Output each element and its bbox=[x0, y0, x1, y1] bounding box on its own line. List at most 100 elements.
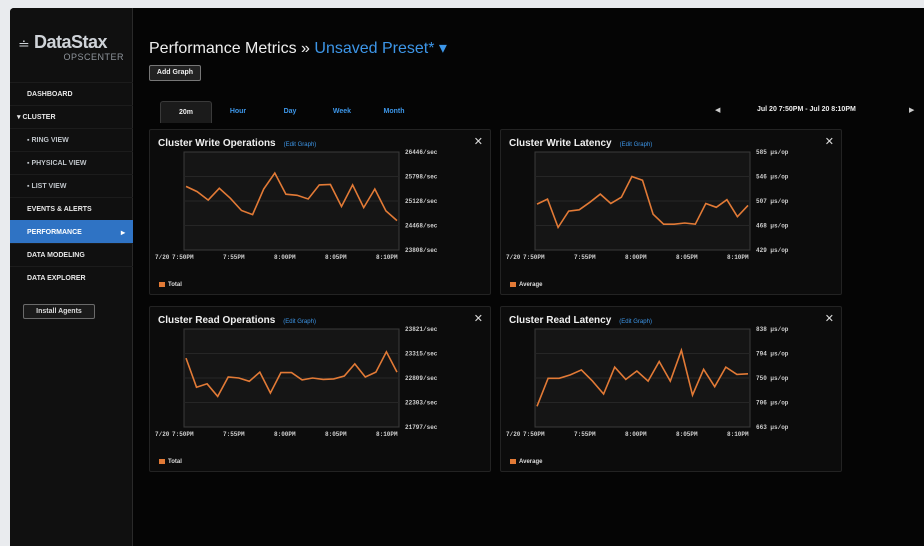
logo-brand: DataStax bbox=[34, 32, 108, 52]
y-tick-label: 838 µs/op bbox=[756, 326, 789, 333]
graph-panel: Cluster Read Latency (Edit Graph) ✕ 838 µs/… bbox=[500, 306, 842, 472]
legend[interactable]: Average bbox=[510, 282, 542, 288]
y-tick-label: 429 µs/op bbox=[756, 247, 789, 254]
tab-week[interactable]: Week bbox=[316, 101, 368, 123]
x-date-label: 7/20 bbox=[155, 254, 170, 261]
tab-hour[interactable]: Hour bbox=[212, 101, 264, 123]
x-tick-label: 7:55PM bbox=[223, 254, 245, 261]
legend-swatch bbox=[159, 459, 165, 464]
x-tick-label: 8:00PM bbox=[625, 431, 647, 438]
x-date-label: 7/20 bbox=[506, 254, 521, 261]
datastax-logo[interactable]: ≐ DataStax OPSCENTER bbox=[18, 32, 126, 72]
y-tick-label: 663 µs/op bbox=[756, 424, 789, 431]
tab-month[interactable]: Month bbox=[368, 101, 420, 123]
x-tick-label: 7:55PM bbox=[574, 431, 596, 438]
sidebar-item-physical-view[interactable]: ▪ PHYSICAL VIEW bbox=[10, 151, 133, 174]
sidebar-item-cluster[interactable]: ▾ CLUSTER bbox=[10, 105, 133, 128]
x-tick-label: 7:50PM bbox=[172, 254, 194, 261]
preset-dropdown[interactable]: Unsaved Preset* ▾ bbox=[314, 40, 447, 57]
main-content: Performance Metrics » Unsaved Preset* ▾ … bbox=[133, 8, 924, 546]
tab-20m[interactable]: 20m bbox=[160, 101, 212, 123]
opscenter-window: ≐ DataStax OPSCENTER DASHBOARD ▾ CLUSTER ▪… bbox=[10, 8, 924, 546]
y-tick-label: 22809/sec bbox=[405, 375, 438, 382]
x-date-label: 7/20 bbox=[506, 431, 521, 438]
x-tick-label: 7:50PM bbox=[172, 431, 194, 438]
sidebar-item-label: EVENTS & ALERTS bbox=[27, 206, 92, 213]
sidebar-item-label: DATA EXPLORER bbox=[27, 275, 86, 282]
chevron-down-icon: ▾ bbox=[438, 40, 447, 57]
x-tick-label: 8:00PM bbox=[625, 254, 647, 261]
x-tick-label: 7:55PM bbox=[574, 254, 596, 261]
sidebar-item-dashboard[interactable]: DASHBOARD bbox=[10, 82, 133, 105]
install-agents-button[interactable]: Install Agents bbox=[23, 304, 95, 319]
time-range-tabs: 20m Hour Day Week Month bbox=[160, 101, 420, 123]
y-tick-label: 468 µs/op bbox=[756, 223, 789, 230]
sidebar-item-performance[interactable]: PERFORMANCE ▸ bbox=[10, 220, 133, 243]
x-tick-label: 8:00PM bbox=[274, 431, 296, 438]
y-tick-label: 750 µs/op bbox=[756, 375, 789, 382]
legend-swatch bbox=[510, 282, 516, 287]
add-graph-button[interactable]: Add Graph bbox=[149, 65, 201, 81]
y-tick-label: 23821/sec bbox=[405, 326, 438, 333]
legend-label: Total bbox=[168, 459, 182, 466]
x-tick-label: 8:05PM bbox=[676, 254, 698, 261]
y-tick-label: 546 µs/op bbox=[756, 174, 789, 181]
y-tick-label: 585 µs/op bbox=[756, 149, 789, 156]
x-tick-label: 8:05PM bbox=[325, 254, 347, 261]
legend[interactable]: Total bbox=[159, 282, 182, 288]
close-icon[interactable]: ✕ bbox=[474, 135, 483, 148]
x-tick-label: 7:50PM bbox=[523, 431, 545, 438]
y-tick-label: 25798/sec bbox=[405, 174, 438, 181]
sidebar-nav: DASHBOARD ▾ CLUSTER ▪ RING VIEW ▪ PHYSICAL … bbox=[10, 82, 133, 289]
x-tick-label: 8:05PM bbox=[325, 431, 347, 438]
graph-panel: Cluster Write Latency (Edit Graph) ✕ 585 µs… bbox=[500, 129, 842, 295]
legend-label: Average bbox=[519, 459, 543, 466]
legend-label: Total bbox=[168, 282, 182, 289]
close-icon[interactable]: ✕ bbox=[474, 312, 483, 325]
x-tick-label: 8:10PM bbox=[727, 431, 749, 438]
y-tick-label: 24468/sec bbox=[405, 223, 438, 230]
line-chart: 23821/sec 23315/sec 22809/sec 22303/sec 2179… bbox=[155, 326, 438, 438]
preset-name: Unsaved Preset* bbox=[314, 40, 435, 57]
chevron-right-icon[interactable]: ▶ bbox=[909, 106, 914, 114]
sidebar-item-list-view[interactable]: ▪ LIST VIEW bbox=[10, 174, 133, 197]
y-tick-label: 706 µs/op bbox=[756, 400, 789, 407]
x-tick-label: 8:05PM bbox=[676, 431, 698, 438]
datastax-logo-icon: ≐ bbox=[18, 36, 30, 52]
y-tick-label: 507 µs/op bbox=[756, 198, 789, 205]
close-icon[interactable]: ✕ bbox=[825, 135, 834, 148]
x-tick-label: 8:10PM bbox=[376, 254, 398, 261]
sidebar-item-label: PHYSICAL VIEW bbox=[31, 160, 87, 167]
page-title: Performance Metrics » Unsaved Preset* ▾ bbox=[149, 38, 447, 58]
sidebar-item-data-explorer[interactable]: DATA EXPLORER bbox=[10, 266, 133, 289]
legend-swatch bbox=[510, 459, 516, 464]
x-tick-label: 7:55PM bbox=[223, 431, 245, 438]
x-date-label: 7/20 bbox=[155, 431, 170, 438]
sidebar-item-data-modeling[interactable]: DATA MODELING bbox=[10, 243, 133, 266]
y-tick-label: 23808/sec bbox=[405, 247, 438, 254]
sidebar-item-label: RING VIEW bbox=[31, 137, 69, 144]
logo-product: OPSCENTER bbox=[63, 52, 124, 62]
x-tick-label: 7:50PM bbox=[523, 254, 545, 261]
legend-swatch bbox=[159, 282, 165, 287]
y-tick-label: 21797/sec bbox=[405, 424, 438, 431]
sidebar-item-label: CLUSTER bbox=[22, 114, 56, 121]
legend[interactable]: Total bbox=[159, 459, 182, 465]
sidebar-item-label: DASHBOARD bbox=[27, 91, 73, 98]
page-title-text: Performance Metrics » bbox=[149, 40, 310, 57]
legend-label: Average bbox=[519, 282, 543, 289]
tab-day[interactable]: Day bbox=[264, 101, 316, 123]
sidebar: ≐ DataStax OPSCENTER DASHBOARD ▾ CLUSTER ▪… bbox=[10, 8, 133, 546]
legend[interactable]: Average bbox=[510, 459, 542, 465]
graph-panel: Cluster Write Operations (Edit Graph) ✕ 264… bbox=[149, 129, 491, 295]
sidebar-item-events-alerts[interactable]: EVENTS & ALERTS bbox=[10, 197, 133, 220]
y-tick-label: 25128/sec bbox=[405, 198, 438, 205]
y-tick-label: 794 µs/op bbox=[756, 351, 789, 358]
chevron-left-icon[interactable]: ◀ bbox=[715, 106, 720, 114]
y-tick-label: 23315/sec bbox=[405, 351, 438, 358]
line-chart: 838 µs/op 794 µs/op 750 µs/op 706 µs/op 663 … bbox=[506, 326, 789, 438]
sidebar-item-ring-view[interactable]: ▪ RING VIEW bbox=[10, 128, 133, 151]
sidebar-item-label: DATA MODELING bbox=[27, 252, 85, 259]
date-range-label: Jul 20 7:50PM - Jul 20 8:10PM bbox=[757, 106, 856, 113]
close-icon[interactable]: ✕ bbox=[825, 312, 834, 325]
